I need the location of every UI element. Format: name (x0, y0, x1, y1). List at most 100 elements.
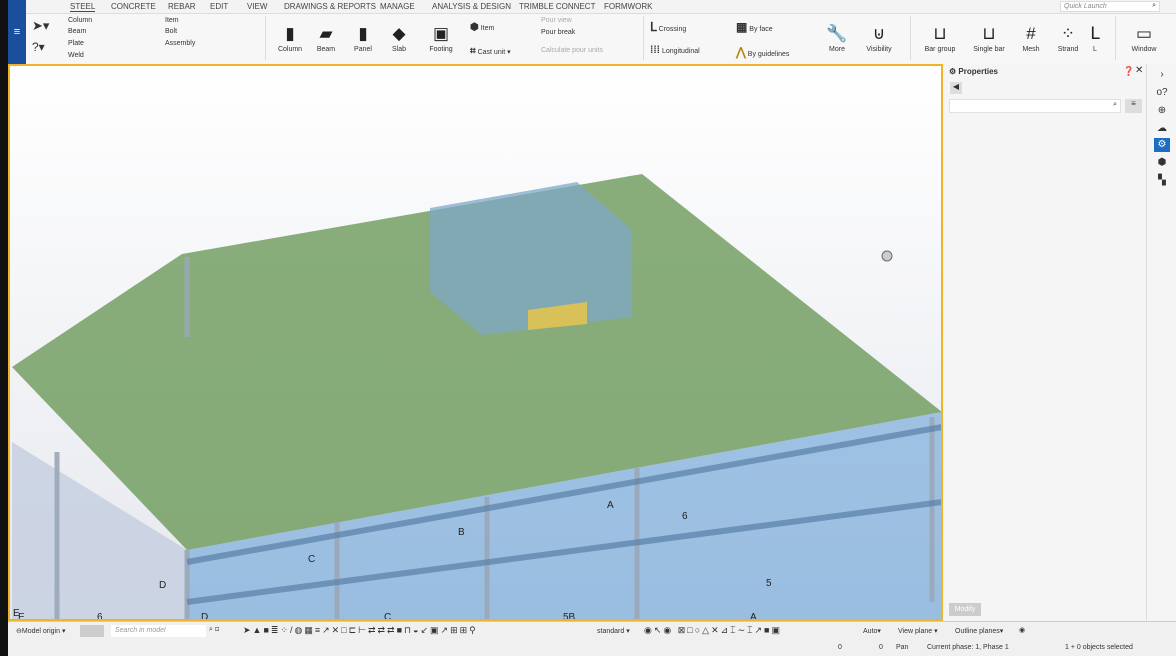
bar-group-icon: ⊔ (933, 24, 947, 43)
mesh-icon: # (1026, 24, 1036, 43)
slab-icon: ◆ (392, 24, 406, 43)
tab-edit[interactable]: EDIT (210, 2, 228, 11)
chevron-right-icon[interactable]: › (1154, 68, 1170, 82)
grid-label: D (201, 612, 208, 619)
outline-planes-dropdown[interactable]: Outline planes▾ (955, 627, 1003, 635)
tab-formwork[interactable]: FORMWORK (604, 2, 652, 11)
select-tool-icon[interactable]: ➤▾ (32, 18, 49, 34)
concrete-column-button[interactable]: ▮ Column (270, 22, 310, 53)
status-bar: ⊖Model origin ▾ Search in model ⌕ ⊡ ➤▲■≣… (8, 621, 1176, 656)
model-viewport[interactable]: A 6 B C D 5 5B A C D 6 E E (8, 64, 943, 621)
close-icon[interactable]: ✕ (1135, 65, 1143, 76)
window-edge (0, 0, 8, 656)
components-icon[interactable]: ▚ (1154, 174, 1170, 188)
beam-icon: ▰ (319, 24, 333, 43)
grid-label: A (607, 500, 614, 511)
grid-label: 5B (563, 612, 576, 619)
help-icon[interactable]: ?▾ (32, 40, 45, 54)
strand-icon: ⁘ (1060, 24, 1076, 43)
strand-button[interactable]: ⁘ Strand (1048, 22, 1088, 53)
3d-model: A 6 B C D 5 5B A C D 6 E E (12, 174, 941, 619)
rebar-crossing[interactable]: ᒪ Crossing (650, 20, 686, 34)
mesh-button[interactable]: # Mesh (1011, 22, 1051, 53)
file-menu-button[interactable]: ≡ (8, 0, 26, 64)
current-phase[interactable]: Current phase: 1, Phase 1 (927, 644, 1009, 651)
steel-beam[interactable]: Beam (68, 28, 86, 35)
bar-group-button[interactable]: ⊔ Bar group (920, 22, 960, 53)
steel-weld[interactable]: Weld (68, 52, 84, 59)
steel-bolt[interactable]: Bolt (165, 28, 177, 35)
concrete-panel-button[interactable]: ▮ Panel (343, 22, 383, 53)
rebar-by-face[interactable]: ▦ By face (736, 20, 773, 34)
steel-plate[interactable]: Plate (68, 40, 84, 47)
steel-assembly[interactable]: Assembly (165, 40, 195, 47)
tab-rebar[interactable]: REBAR (168, 2, 196, 11)
back-button[interactable]: ◀ (950, 82, 962, 94)
single-bar-button[interactable]: ⊔ Single bar (969, 22, 1009, 53)
grid-label: E (18, 612, 25, 619)
l-bar-icon: ᒪ (1090, 24, 1100, 43)
quick-launch-input[interactable]: Quick Launch ⌕ (1060, 1, 1160, 12)
properties-title: ⚙ Properties (949, 67, 998, 76)
mode-text: Pan (896, 644, 909, 651)
gear-icon[interactable]: ⚙ (1154, 138, 1170, 152)
pour-view[interactable]: Pour view (541, 17, 572, 24)
auto-dropdown[interactable]: Auto▾ (863, 627, 881, 635)
tab-analysis-design[interactable]: ANALYSIS & DESIGN (432, 2, 511, 11)
properties-panel: ⚙ Properties ❓ ✕ ◀ ⌕ ≡ Modify (945, 64, 1146, 621)
hamburger-icon: ≡ (13, 26, 21, 38)
snap-switches[interactable]: ◉↖◉ ⊠□○△✕⊿⌶∼⌶↗■▣ (644, 625, 782, 636)
steel-item[interactable]: Item (165, 17, 179, 24)
calculate-pour-units[interactable]: Calculate pour units (541, 47, 603, 54)
cloud-icon[interactable]: ☁ (1154, 122, 1170, 136)
visibility-icon: ⊍ (872, 24, 886, 43)
list-view-button[interactable]: ≡ (1125, 99, 1142, 113)
wrench-icon: 🔧 (826, 24, 848, 43)
search-model-input[interactable]: Search in model (111, 625, 206, 637)
cast-unit[interactable]: ⌗ Cast unit ▾ (470, 46, 511, 57)
custom-inquiry-icon[interactable]: o? (1154, 86, 1170, 100)
properties-search-input[interactable]: ⌕ (949, 99, 1121, 113)
selection-count: 1 + 0 objects selected (1065, 644, 1133, 651)
work-plane-buttons[interactable] (80, 625, 104, 637)
concrete-item[interactable]: ⬢ Item (470, 22, 494, 33)
grid-label: B (458, 527, 465, 538)
grid-label: C (308, 554, 315, 565)
grid-label: 6 (682, 511, 688, 522)
help-icon[interactable]: ❓ (1123, 66, 1134, 77)
l-bar-button[interactable]: ᒪL (1085, 22, 1105, 53)
grid-label: 5 (766, 578, 772, 589)
rebar-longitudinal[interactable]: ⁞⁞⁞ Longitudinal (650, 45, 700, 56)
globe-icon[interactable]: ⊕ (1154, 104, 1170, 118)
eye-icon[interactable]: ◉ (1019, 626, 1025, 634)
tab-drawings-reports[interactable]: DRAWINGS & REPORTS (284, 2, 376, 11)
rebar-by-guidelines[interactable]: ⋀ By guidelines (736, 45, 789, 59)
coord-y: 0 (879, 644, 883, 651)
tab-view[interactable]: VIEW (247, 2, 267, 11)
selection-switches[interactable]: ➤▲■≣⁘/◍▦≡↗✕□⊏⊢⇄⇄⇄■⊓◒↙▣↗⊞⊞⚲ (243, 625, 478, 636)
concrete-slab-button[interactable]: ◆ Slab (379, 22, 419, 53)
search-icon: ⌕ (1152, 2, 1156, 9)
concrete-footing-button[interactable]: ▣ Footing (421, 22, 461, 53)
single-bar-icon: ⊔ (982, 24, 996, 43)
tab-manage[interactable]: MANAGE (380, 2, 415, 11)
steel-column[interactable]: Column (68, 17, 92, 24)
view-plane-dropdown[interactable]: View plane ▾ (898, 627, 938, 635)
model-origin-dropdown[interactable]: ⊖Model origin ▾ (16, 627, 65, 635)
concrete-beam-button[interactable]: ▰ Beam (306, 22, 346, 53)
modify-button[interactable]: Modify (949, 603, 981, 616)
standard-dropdown[interactable]: standard ▾ (597, 627, 630, 635)
tab-concrete[interactable]: CONCRETE (111, 2, 156, 11)
search-icon[interactable]: ⌕ ⊡ (209, 626, 219, 634)
window-icon: ▭ (1135, 24, 1153, 43)
tab-trimble-connect[interactable]: TRIMBLE CONNECT (519, 2, 595, 11)
visibility-button[interactable]: ⊍ Visibility (859, 22, 899, 53)
more-button[interactable]: 🔧 More (817, 22, 857, 53)
cube-icon[interactable]: ⬢ (1154, 156, 1170, 170)
tab-steel[interactable]: STEEL (70, 2, 96, 12)
search-icon: ⌕ (1113, 101, 1117, 108)
window-button[interactable]: ▭ Window (1124, 22, 1164, 53)
pour-break[interactable]: Pour break (541, 29, 575, 36)
rotation-center-icon (881, 250, 893, 262)
grid-label: 6 (97, 612, 103, 619)
